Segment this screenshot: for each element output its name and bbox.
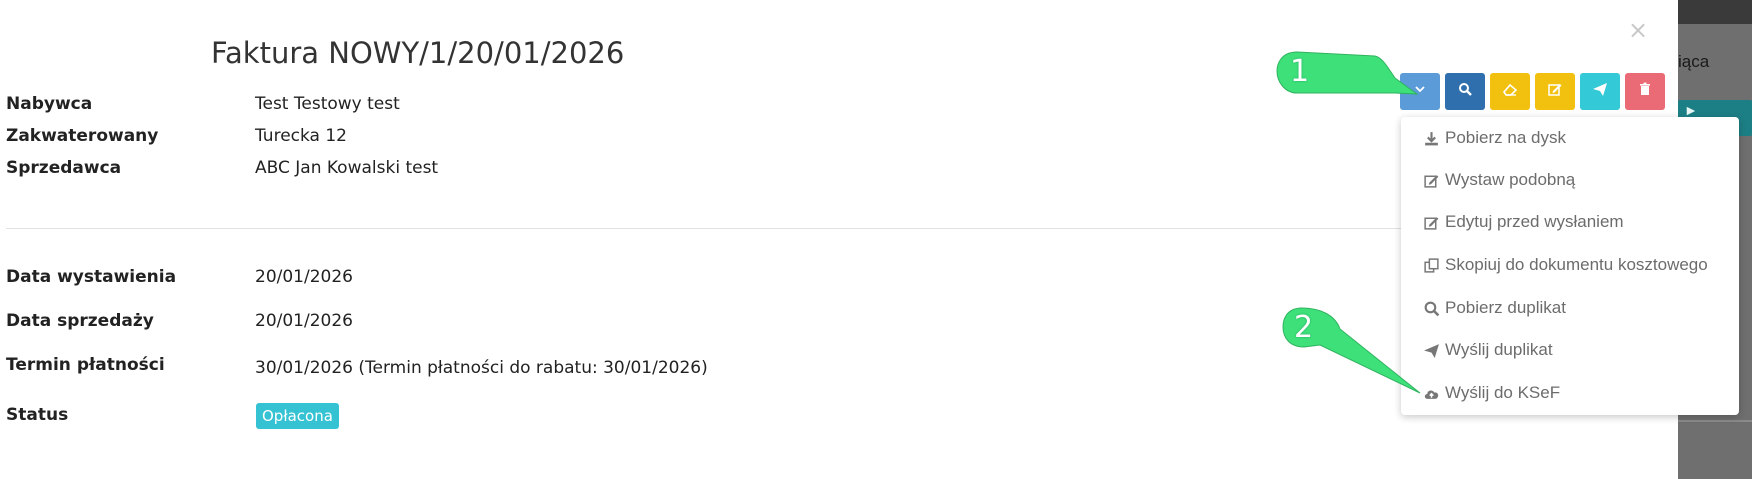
edit-icon: [1421, 213, 1441, 231]
callout-1-number: 1: [1290, 54, 1310, 89]
payment-term-value: 30/01/2026 (Termin płatności do rabatu: …: [255, 358, 708, 378]
menu-item-send-to-ksef[interactable]: Wyślij do KSeF: [1421, 378, 1560, 408]
callout-2-number: 2: [1294, 310, 1314, 345]
seller-value: ABC Jan Kowalski test: [255, 158, 439, 178]
buyer-value: Test Testowy test: [255, 94, 400, 114]
menu-item-issue-similar[interactable]: Wystaw podobną: [1421, 165, 1575, 195]
edit-button[interactable]: [1535, 73, 1575, 110]
status-label: Status: [6, 405, 69, 425]
status-badge: Opłacona: [256, 403, 339, 429]
preview-button[interactable]: [1445, 73, 1485, 110]
search-icon: [1457, 81, 1473, 102]
buyer-label: Nabywca: [6, 94, 93, 114]
backdrop-header: [1678, 0, 1752, 24]
accommodated-value: Turecka 12: [255, 126, 347, 146]
menu-item-label: Wyślij do KSeF: [1445, 383, 1561, 402]
menu-item-send-duplicate[interactable]: Wyślij duplikat: [1421, 335, 1553, 365]
menu-item-label: Wyślij duplikat: [1445, 340, 1553, 359]
issue-date-value: 20/01/2026: [255, 267, 353, 287]
menu-item-download[interactable]: Pobierz na dysk: [1421, 123, 1566, 153]
send-button[interactable]: [1580, 73, 1620, 110]
delete-button[interactable]: [1625, 73, 1665, 110]
payment-term-label: Termin płatności: [6, 355, 165, 375]
paper-plane-icon: [1592, 81, 1608, 102]
menu-item-label: Skopiuj do dokumentu kosztowego: [1445, 255, 1708, 274]
backdrop-text-fragment: iąca: [1678, 52, 1710, 71]
invoice-modal: × Faktura NOWY/1/20/01/2026 Nabywca Test…: [0, 0, 1739, 479]
backdrop-divider: [1678, 420, 1752, 422]
edit-icon: [1421, 171, 1441, 189]
menu-item-label: Pobierz duplikat: [1445, 298, 1566, 317]
trash-icon: [1637, 81, 1653, 102]
clear-button[interactable]: [1490, 73, 1530, 110]
modal-title: Faktura NOWY/1/20/01/2026: [211, 36, 625, 70]
menu-item-label: Pobierz na dysk: [1445, 128, 1566, 147]
sale-date-label: Data sprzedaży: [6, 311, 154, 331]
eraser-icon: [1502, 81, 1518, 102]
menu-item-edit-before-send[interactable]: Edytuj przed wysłaniem: [1421, 207, 1624, 237]
menu-item-download-duplicate[interactable]: Pobierz duplikat: [1421, 293, 1566, 323]
menu-item-label: Edytuj przed wysłaniem: [1445, 212, 1624, 231]
copy-icon: [1421, 256, 1441, 274]
edit-icon: [1547, 81, 1563, 102]
menu-item-copy-to-cost-document[interactable]: Skopiuj do dokumentu kosztowego: [1421, 250, 1708, 280]
seller-label: Sprzedawca: [6, 158, 122, 178]
accommodated-label: Zakwaterowany: [6, 126, 159, 146]
sale-date-value: 20/01/2026: [255, 311, 353, 331]
annotation-callout-1: 1: [1275, 50, 1420, 105]
issue-date-label: Data wystawienia: [6, 267, 177, 287]
actions-dropdown-menu: Pobierz na dysk Wystaw podobną Edytuj pr…: [1401, 117, 1739, 415]
menu-item-label: Wystaw podobną: [1445, 170, 1576, 189]
annotation-callout-2: 2: [1280, 305, 1425, 400]
download-icon: [1421, 129, 1441, 147]
close-button[interactable]: ×: [1628, 18, 1648, 42]
